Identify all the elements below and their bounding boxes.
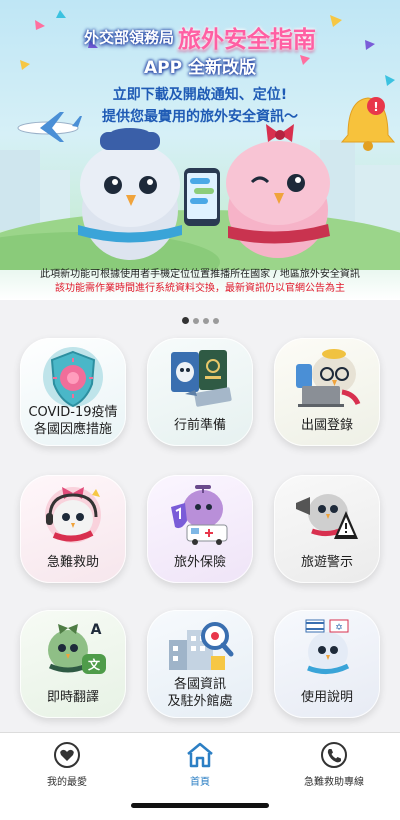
- overseas-registration-button[interactable]: 出國登錄: [274, 338, 380, 446]
- heart-icon: [54, 742, 80, 768]
- travel-insurance-button[interactable]: 旅外保險: [147, 475, 253, 583]
- user-guide-button[interactable]: ✡ 使用說明: [274, 610, 380, 718]
- nav-favorites-label: 我的最愛: [47, 777, 87, 788]
- warning-megaphone-icon: [296, 494, 358, 539]
- translate-bubble-icon: A 文: [48, 622, 106, 674]
- tile-label: 使用說明: [300, 690, 353, 705]
- location-notice: 此項新功能可根據使用者手機定位位置推播所在國家 / 地區旅外安全資訊: [40, 269, 360, 280]
- home-icon: [187, 742, 213, 768]
- country-info-embassy-button[interactable]: 各國資訊 及駐外館處: [147, 610, 253, 718]
- nav-emergency-hotline[interactable]: 急難救助專線: [279, 741, 389, 788]
- banner-tagline-1: 立即下載及開啟通知、定位!: [112, 87, 288, 103]
- banner-tagline-2: 提供您最實用的旅外安全資訊～: [102, 109, 298, 125]
- tile-label-line1: COVID-19疫情: [28, 405, 118, 420]
- svg-text:✡: ✡: [335, 623, 343, 633]
- tile-label-line2: 及駐外館處: [167, 694, 233, 709]
- banner-ministry: 外交部領務局: [83, 28, 174, 47]
- banner-subtitle: APP 全新改版: [144, 58, 256, 78]
- pager-dot[interactable]: [192, 318, 199, 324]
- banner-app-name: 旅外安全指南: [178, 27, 316, 53]
- nav-home[interactable]: 首頁: [145, 741, 255, 788]
- data-sync-notice: 該功能需作業時間進行系統資料交換，最新資訊仍以官網公告為主: [55, 283, 345, 294]
- tile-label: COVID-19疫情 各國因應措施: [20, 404, 126, 438]
- instant-translation-button[interactable]: A 文 即時翻譯: [20, 610, 126, 718]
- banner-pager[interactable]: [0, 309, 400, 328]
- headset-helpdesk-icon: [45, 487, 101, 543]
- tile-label: 出國登錄: [300, 418, 353, 433]
- tile-label: 行前準備: [173, 418, 226, 433]
- tile-label: 即時翻譯: [46, 690, 99, 705]
- travel-preparation-button[interactable]: 行前準備: [147, 338, 253, 446]
- travel-warning-button[interactable]: 旅遊警示: [274, 475, 380, 583]
- home-indicator: [131, 803, 269, 808]
- phone-icon: [321, 742, 347, 768]
- tile-label: 各國資訊 及駐外館處: [147, 676, 253, 710]
- tile-label: 急難救助: [46, 555, 99, 570]
- promo-banner[interactable]: ! 外交部領務局 旅外安全指南 APP 全新改版 立即下載及開啟通知、定位! 提…: [0, 0, 400, 300]
- laptop-registration-icon: [296, 349, 361, 407]
- banner-title: 外交部領務局 旅外安全指南: [0, 20, 400, 54]
- pager-dot[interactable]: [212, 318, 219, 324]
- covid-measures-button[interactable]: COVID-19疫情 各國因應措施: [20, 338, 126, 446]
- passport-ticket-icon: [171, 350, 232, 407]
- nav-emergency-hotline-label: 急難救助專線: [304, 777, 364, 788]
- svg-text:文: 文: [88, 657, 101, 672]
- insurance-ambulance-icon: [171, 485, 228, 545]
- svg-text:A: A: [91, 622, 102, 638]
- nav-favorites[interactable]: 我的最愛: [12, 741, 122, 788]
- emergency-assistance-button[interactable]: 急難救助: [20, 475, 126, 583]
- pager-dot[interactable]: [202, 318, 209, 324]
- pager-dot[interactable]: [181, 317, 189, 324]
- tile-label: 旅外保險: [173, 555, 226, 570]
- covid-shield-icon: [43, 347, 103, 408]
- instructions-flag-icon: ✡: [305, 619, 350, 674]
- embassy-search-icon: [169, 622, 234, 670]
- tile-label: 旅遊警示: [300, 555, 353, 570]
- tile-label-line1: 各國資訊: [173, 677, 226, 692]
- nav-home-label: 首頁: [190, 777, 210, 788]
- tile-label-line2: 各國因應措施: [33, 422, 112, 437]
